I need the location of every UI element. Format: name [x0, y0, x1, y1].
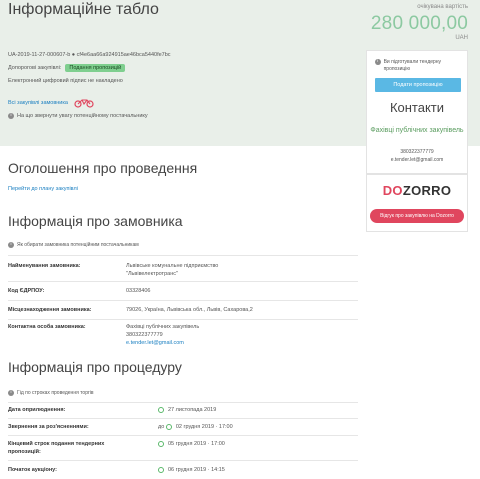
- divider: [8, 402, 358, 403]
- info-icon: i: [8, 242, 14, 248]
- contact-person-phone: 380322377779: [126, 332, 163, 338]
- row-value: Львівське комунальне підприємство "Львів…: [126, 263, 219, 277]
- divider: [8, 435, 358, 436]
- date-value: 05 грудня 2019 · 17:00: [168, 441, 225, 447]
- contact-phone: 380322377779: [400, 149, 434, 155]
- divider: [8, 255, 358, 256]
- procedure-note[interactable]: i Гід по строках проведення торгів: [8, 390, 94, 396]
- dozorro-logo-part1: DO: [382, 183, 403, 198]
- plan-link[interactable]: Перейти до плану закупівлі: [8, 186, 78, 192]
- divider: [8, 319, 358, 320]
- dozorro-logo: DOZORRO: [367, 183, 467, 198]
- side-card: i Ви підготували тендерну пропозицію Под…: [366, 50, 468, 174]
- page-title: Інформаційне табло: [8, 1, 159, 18]
- row-value: 05 грудня 2019 · 17:00: [158, 440, 225, 448]
- currency: UAH: [455, 35, 468, 41]
- row-label: Звернення за роз'ясненнями:: [8, 424, 89, 430]
- ecp-status: Електронний цифровий підпис не накладено: [8, 78, 123, 84]
- row-label: Кінцевий строк подання тендерних пропози…: [8, 441, 105, 455]
- row-value: 03328406: [126, 288, 151, 294]
- date-value: 02 грудня 2019 · 17:00: [175, 424, 233, 430]
- divider: [8, 281, 358, 282]
- row-value: 27 листопада 2019: [158, 406, 216, 414]
- bicycle-icon: [74, 99, 94, 108]
- attention-link[interactable]: i На що звернути увагу потенційному пост…: [8, 113, 148, 119]
- not-ready-note: i Ви підготували тендерну пропозицію: [375, 59, 463, 73]
- tender-id: UA-2019-11-27-000607-b ● cf4e6aa66a92491…: [8, 52, 171, 58]
- date-prefix: до: [158, 424, 165, 430]
- divider: [8, 418, 358, 419]
- announcement-title: Оголошення про проведення: [8, 160, 198, 176]
- row-label: Дата оприлюднення:: [8, 407, 66, 413]
- expected-amount-label: очікувана вартість: [417, 4, 468, 10]
- date-value: 06 грудня 2019 · 14:15: [168, 467, 225, 473]
- customer-note[interactable]: i Як обирати замовника потенційним поста…: [8, 242, 139, 248]
- date-value: 27 листопада 2019: [168, 407, 217, 413]
- clock-icon: [158, 466, 164, 473]
- contact-name: Фахівці публічних закупівель: [370, 127, 464, 134]
- divider: [8, 300, 358, 301]
- status-row: Допорогові закупівлі: Подання пропозицій: [8, 64, 126, 72]
- row-value: Фахівці публічних закупівель 38032237777…: [126, 323, 199, 347]
- row-label: Код ЄДРПОУ:: [8, 288, 45, 294]
- info-icon: i: [8, 390, 14, 396]
- status-badge: Подання пропозицій: [65, 64, 126, 72]
- customer-note-text[interactable]: Як обирати замовника потенційним постача…: [17, 242, 139, 248]
- all-purchases-label[interactable]: Всі закупівлі замовника: [8, 100, 68, 106]
- row-value: 06 грудня 2019 · 14:15: [158, 466, 225, 474]
- contact-person-email[interactable]: e.tender.let@gmail.com: [126, 340, 184, 346]
- not-ready-text: Ви підготували тендерну пропозицію: [383, 59, 442, 72]
- divider: [8, 460, 358, 461]
- customer-title: Інформація про замовника: [8, 213, 183, 229]
- procedure-note-text[interactable]: Гід по строках проведення торгів: [17, 390, 94, 396]
- all-purchases-link[interactable]: Всі закупівлі замовника: [8, 98, 94, 108]
- info-icon: i: [375, 59, 381, 65]
- expected-amount: 280 000,00: [370, 13, 468, 34]
- contacts-title: Контакти: [389, 100, 445, 115]
- procedure-title: Інформація про процедуру: [8, 359, 182, 375]
- row-value: 79026, Україна, Львівська обл., Львів, С…: [126, 307, 253, 313]
- row-label: Контактна особа замовника:: [8, 324, 86, 330]
- contact-person: Фахівці публічних закупівель: [126, 324, 200, 330]
- procurement-type: Допорогові закупівлі:: [8, 65, 62, 71]
- row-value: до 02 грудня 2019 · 17:00: [158, 423, 233, 431]
- info-icon: i: [8, 113, 14, 119]
- dozorro-feedback-button[interactable]: Відгук про закупівлю на Dozorro: [370, 209, 464, 223]
- row-label: Місцезнаходження замовника:: [8, 307, 92, 313]
- contact-email[interactable]: e.tender.let@gmail.com: [367, 157, 467, 163]
- attention-label[interactable]: На що звернути увагу потенційному постач…: [17, 113, 148, 119]
- submit-proposal-button[interactable]: Подати пропозицію: [375, 78, 461, 92]
- clock-icon: [165, 423, 172, 430]
- row-label: Початок аукціону:: [8, 467, 57, 473]
- row-label: Найменування замовника:: [8, 263, 81, 269]
- dozorro-logo-part2: ZORRO: [402, 183, 452, 198]
- clock-icon: [158, 406, 164, 413]
- dozorro-card: DOZORRO Відгук про закупівлю на Dozorro: [366, 174, 468, 232]
- clock-icon: [158, 440, 164, 447]
